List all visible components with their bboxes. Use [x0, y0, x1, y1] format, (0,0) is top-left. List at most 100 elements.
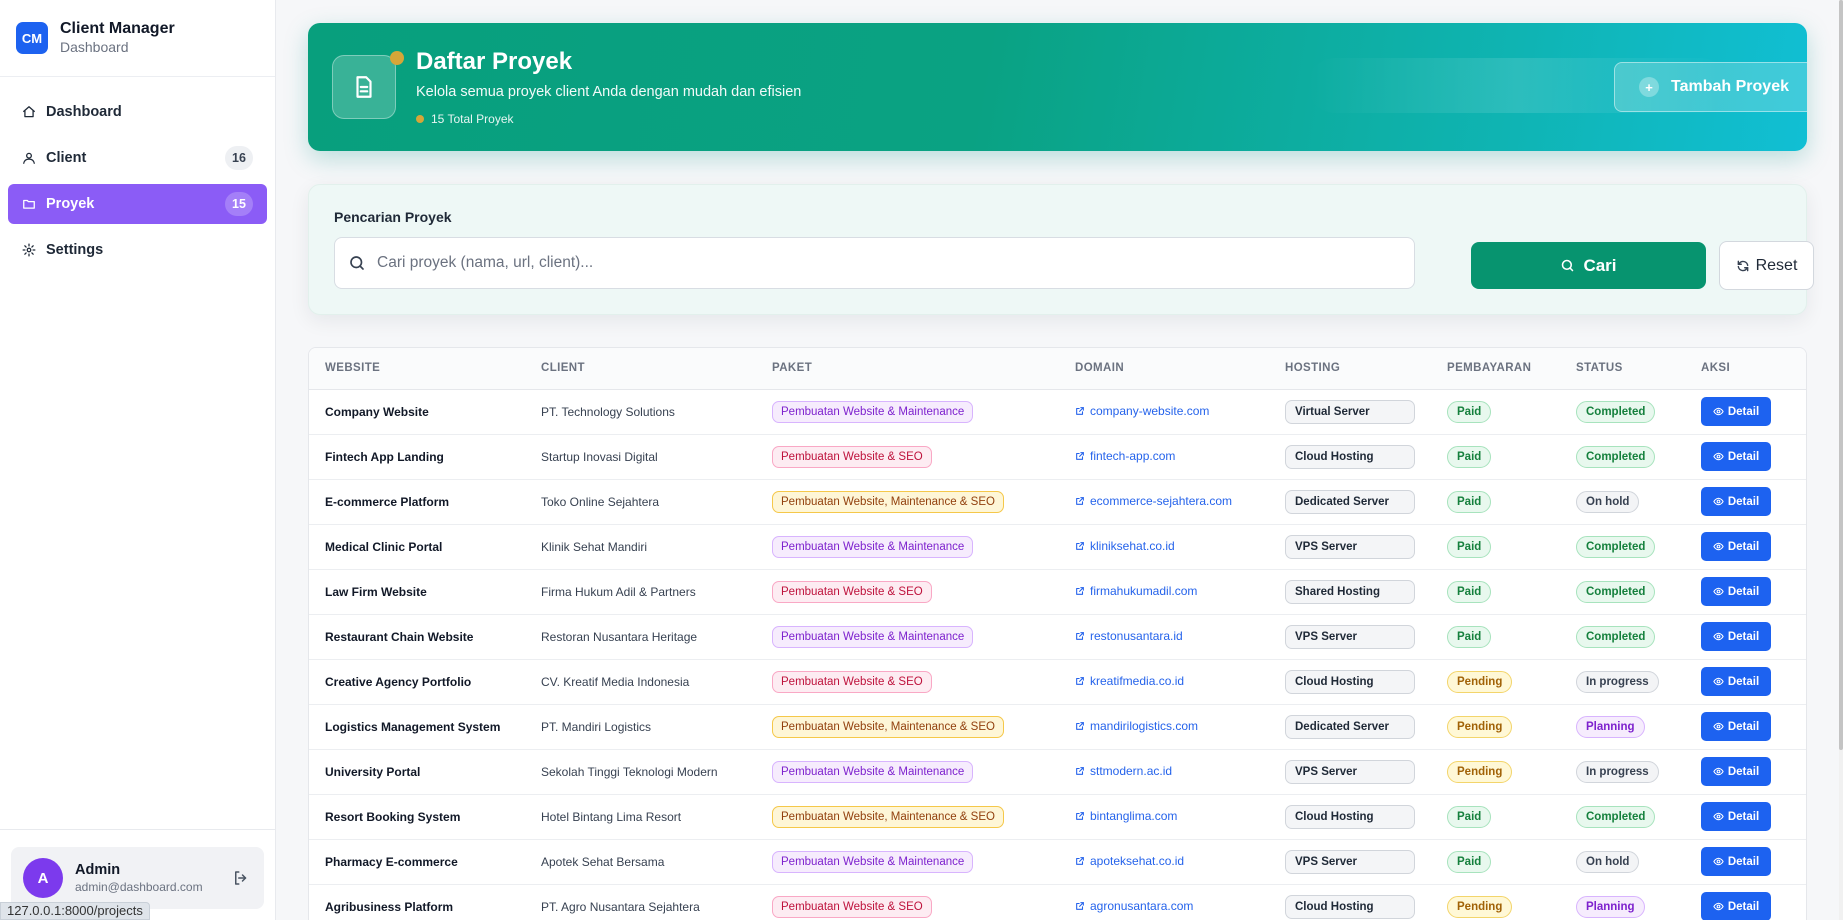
- column-header-domain[interactable]: DOMAIN: [1059, 348, 1269, 390]
- refresh-icon: [1736, 259, 1750, 273]
- table-row: Resort Booking System Hotel Bintang Lima …: [309, 794, 1806, 839]
- domain-link[interactable]: sttmodern.ac.id: [1075, 764, 1172, 778]
- client-name: PT. Technology Solutions: [541, 404, 675, 419]
- domain-link[interactable]: ecommerce-sejahtera.com: [1075, 494, 1232, 508]
- hosting-badge: VPS Server: [1285, 534, 1415, 559]
- package-badge: Pembuatan Website & Maintenance: [772, 625, 974, 648]
- column-header-status[interactable]: STATUS: [1560, 348, 1685, 390]
- table-row: Company Website PT. Technology Solutions P…: [309, 389, 1806, 434]
- external-link-icon: [1075, 631, 1085, 641]
- page-header-banner: Daftar Proyek Kelola semua proyek client…: [308, 23, 1807, 151]
- sidebar-item-dashboard[interactable]: Dashboard: [8, 92, 267, 132]
- detail-button-label: Detail: [1727, 630, 1760, 643]
- page-title: Daftar Proyek: [416, 48, 573, 75]
- hosting-badge: VPS Server: [1285, 759, 1415, 784]
- package-badge: Pembuatan Website & SEO: [772, 670, 932, 693]
- search-icon: [1560, 258, 1575, 273]
- detail-button-label: Detail: [1727, 765, 1760, 778]
- detail-button[interactable]: Detail: [1701, 577, 1771, 606]
- detail-button-label: Detail: [1727, 675, 1760, 688]
- sidebar-item-settings[interactable]: Settings: [8, 230, 267, 270]
- domain-text: kreatifmedia.co.id: [1090, 674, 1185, 688]
- domain-link[interactable]: kreatifmedia.co.id: [1075, 674, 1184, 688]
- logout-icon[interactable]: [230, 867, 252, 889]
- domain-text: company-website.com: [1090, 404, 1210, 418]
- column-header-website[interactable]: WEBSITE: [309, 348, 525, 390]
- domain-link[interactable]: agronusantara.com: [1075, 899, 1193, 913]
- bullet-icon: [416, 115, 424, 123]
- sidebar-item-label: Dashboard: [46, 104, 122, 120]
- hosting-badge: VPS Server: [1285, 624, 1415, 649]
- eye-icon: [1713, 586, 1724, 597]
- domain-link[interactable]: kliniksehat.co.id: [1075, 539, 1175, 553]
- domain-link[interactable]: mandirilogistics.com: [1075, 719, 1198, 733]
- column-header-client[interactable]: CLIENT: [525, 348, 756, 390]
- detail-button-label: Detail: [1727, 405, 1760, 418]
- domain-text: agronusantara.com: [1090, 899, 1194, 913]
- domain-text: firmahukumadil.com: [1090, 584, 1198, 598]
- detail-button[interactable]: Detail: [1701, 397, 1771, 426]
- column-header-pembayaran[interactable]: PEMBAYARAN: [1431, 348, 1560, 390]
- detail-button[interactable]: Detail: [1701, 532, 1771, 561]
- hosting-badge: Cloud Hosting: [1285, 669, 1415, 694]
- add-project-button[interactable]: + Tambah Proyek: [1614, 62, 1807, 112]
- domain-link[interactable]: company-website.com: [1075, 404, 1209, 418]
- search-button[interactable]: Cari: [1471, 242, 1706, 289]
- eye-icon: [1713, 406, 1724, 417]
- domain-link[interactable]: restonusantara.id: [1075, 629, 1183, 643]
- eye-icon: [1713, 631, 1724, 642]
- domain-text: sttmodern.ac.id: [1090, 764, 1173, 778]
- domain-link[interactable]: firmahukumadil.com: [1075, 584, 1197, 598]
- table-row: Pharmacy E-commerce Apotek Sehat Bersama P…: [309, 839, 1806, 884]
- detail-button[interactable]: Detail: [1701, 802, 1771, 831]
- hosting-badge: Cloud Hosting: [1285, 444, 1415, 469]
- sidebar-nav: Dashboard Client 16 Proyek 15 Settings: [0, 77, 275, 291]
- website-name: E-commerce Platform: [325, 494, 450, 509]
- detail-button[interactable]: Detail: [1701, 712, 1771, 741]
- detail-button[interactable]: Detail: [1701, 892, 1771, 920]
- status-bar-url: 127.0.0.1:8000/projects: [0, 902, 150, 920]
- detail-button[interactable]: Detail: [1701, 757, 1771, 786]
- detail-button-label: Detail: [1727, 900, 1760, 913]
- website-name: University Portal: [325, 764, 421, 779]
- detail-button-label: Detail: [1727, 720, 1760, 733]
- external-link-icon: [1075, 406, 1085, 416]
- column-header-hosting[interactable]: HOSTING: [1269, 348, 1431, 390]
- search-input[interactable]: [377, 254, 1402, 272]
- domain-text: bintanglima.com: [1090, 809, 1178, 823]
- page-subtitle: Kelola semua proyek client Anda dengan m…: [416, 84, 802, 100]
- hosting-badge: Dedicated Server: [1285, 489, 1415, 514]
- package-badge: Pembuatan Website & Maintenance: [772, 400, 974, 423]
- eye-icon: [1713, 721, 1724, 732]
- reset-button[interactable]: Reset: [1719, 241, 1814, 290]
- detail-button[interactable]: Detail: [1701, 847, 1771, 876]
- table-body: Company Website PT. Technology Solutions P…: [309, 389, 1806, 920]
- search-icon: [347, 253, 367, 273]
- client-name: Firma Hukum Adil & Partners: [541, 584, 696, 599]
- main-content: Daftar Proyek Kelola semua proyek client…: [276, 0, 1843, 920]
- hosting-badge: Cloud Hosting: [1285, 804, 1415, 829]
- scrollbar-thumb[interactable]: [1839, 0, 1843, 750]
- brand-logo: CM: [16, 22, 48, 54]
- domain-link[interactable]: fintech-app.com: [1075, 449, 1175, 463]
- user-name: Admin: [75, 862, 121, 878]
- sidebar-item-proyek[interactable]: Proyek 15: [8, 184, 267, 224]
- package-badge: Pembuatan Website & SEO: [772, 580, 932, 603]
- table-row: Logistics Management System PT. Mandiri L…: [309, 704, 1806, 749]
- search-panel: Pencarian Proyek Cari Reset: [308, 184, 1814, 315]
- status-badge: In progress: [1576, 760, 1659, 783]
- column-header-paket[interactable]: PAKET: [756, 348, 1059, 390]
- sidebar-divider: [0, 829, 276, 830]
- table-row: University Portal Sekolah Tinggi Teknolog…: [309, 749, 1806, 794]
- eye-icon: [1713, 451, 1724, 462]
- search-field[interactable]: [334, 237, 1415, 289]
- detail-button[interactable]: Detail: [1701, 622, 1771, 651]
- domain-link[interactable]: bintanglima.com: [1075, 809, 1177, 823]
- detail-button[interactable]: Detail: [1701, 487, 1771, 516]
- detail-button[interactable]: Detail: [1701, 442, 1771, 471]
- projects-table: WEBSITE CLIENT PAKET DOMAIN HOSTING PEMB…: [309, 348, 1806, 920]
- domain-link[interactable]: apoteksehat.co.id: [1075, 854, 1184, 868]
- sidebar-item-client[interactable]: Client 16: [8, 138, 267, 178]
- detail-button[interactable]: Detail: [1701, 667, 1771, 696]
- payment-badge: Paid: [1447, 400, 1492, 423]
